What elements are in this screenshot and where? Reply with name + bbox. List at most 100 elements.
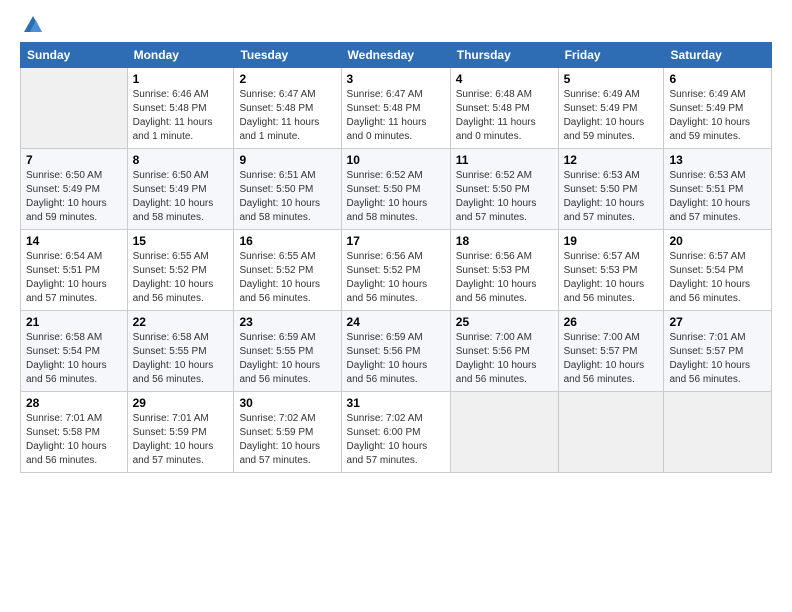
- day-number: 17: [347, 234, 445, 248]
- day-number: 7: [26, 153, 122, 167]
- col-header-friday: Friday: [558, 43, 664, 68]
- day-info: Sunrise: 7:01 AM Sunset: 5:58 PM Dayligh…: [26, 412, 122, 468]
- day-info: Sunrise: 6:58 AM Sunset: 5:54 PM Dayligh…: [26, 331, 122, 387]
- day-cell: [664, 392, 772, 473]
- day-cell: 8Sunrise: 6:50 AM Sunset: 5:49 PM Daylig…: [127, 149, 234, 230]
- day-number: 22: [133, 315, 229, 329]
- day-number: 30: [239, 396, 335, 410]
- col-header-sunday: Sunday: [21, 43, 128, 68]
- day-info: Sunrise: 6:49 AM Sunset: 5:49 PM Dayligh…: [564, 88, 659, 144]
- day-cell: 26 Sunrise: 7:00 AM Sunset: 5:57 PM Dayli…: [558, 311, 664, 392]
- day-number: 25: [456, 315, 553, 329]
- day-info: Sunrise: 6:54 AM Sunset: 5:51 PM Dayligh…: [26, 250, 122, 306]
- day-info: Sunrise: 7:00 AM Sunset: 5:56 PM Dayligh…: [456, 331, 553, 387]
- day-number: 19: [564, 234, 659, 248]
- day-cell: 15Sunrise: 6:55 AM Sunset: 5:52 PM Dayli…: [127, 230, 234, 311]
- logo: [20, 18, 44, 32]
- day-number: 24: [347, 315, 445, 329]
- col-header-tuesday: Tuesday: [234, 43, 341, 68]
- col-header-monday: Monday: [127, 43, 234, 68]
- day-number: 13: [669, 153, 766, 167]
- day-info: Sunrise: 6:59 AM Sunset: 5:56 PM Dayligh…: [347, 331, 445, 387]
- day-number: 10: [347, 153, 445, 167]
- day-cell: 21 Sunrise: 6:58 AM Sunset: 5:54 PM Dayli…: [21, 311, 128, 392]
- day-info: Sunrise: 7:01 AM Sunset: 5:57 PM Dayligh…: [669, 331, 766, 387]
- day-info: Sunrise: 6:47 AM Sunset: 5:48 PM Dayligh…: [347, 88, 445, 144]
- day-cell: 6 Sunrise: 6:49 AM Sunset: 5:49 PM Daylig…: [664, 68, 772, 149]
- day-cell: 17 Sunrise: 6:56 AM Sunset: 5:52 PM Dayli…: [341, 230, 450, 311]
- day-number: 14: [26, 234, 122, 248]
- day-cell: 10 Sunrise: 6:52 AM Sunset: 5:50 PM Dayli…: [341, 149, 450, 230]
- day-cell: [450, 392, 558, 473]
- day-info: Sunrise: 6:48 AM Sunset: 5:48 PM Dayligh…: [456, 88, 553, 144]
- day-info: Sunrise: 6:53 AM Sunset: 5:51 PM Dayligh…: [669, 169, 766, 225]
- day-number: 5: [564, 72, 659, 86]
- week-row-5: 28 Sunrise: 7:01 AM Sunset: 5:58 PM Dayli…: [21, 392, 772, 473]
- day-number: 1: [133, 72, 229, 86]
- day-cell: 11 Sunrise: 6:52 AM Sunset: 5:50 PM Dayli…: [450, 149, 558, 230]
- day-number: 18: [456, 234, 553, 248]
- col-header-saturday: Saturday: [664, 43, 772, 68]
- day-info: Sunrise: 6:57 AM Sunset: 5:53 PM Dayligh…: [564, 250, 659, 306]
- day-info: Sunrise: 6:56 AM Sunset: 5:53 PM Dayligh…: [456, 250, 553, 306]
- day-number: 20: [669, 234, 766, 248]
- day-cell: 2 Sunrise: 6:47 AM Sunset: 5:48 PM Daylig…: [234, 68, 341, 149]
- day-info: Sunrise: 6:47 AM Sunset: 5:48 PM Dayligh…: [239, 88, 335, 144]
- day-cell: 23Sunrise: 6:59 AM Sunset: 5:55 PM Dayli…: [234, 311, 341, 392]
- day-number: 8: [133, 153, 229, 167]
- day-cell: 5 Sunrise: 6:49 AM Sunset: 5:49 PM Daylig…: [558, 68, 664, 149]
- day-cell: 12 Sunrise: 6:53 AM Sunset: 5:50 PM Dayli…: [558, 149, 664, 230]
- calendar-table: SundayMondayTuesdayWednesdayThursdayFrid…: [20, 42, 772, 473]
- day-cell: 9Sunrise: 6:51 AM Sunset: 5:50 PM Daylig…: [234, 149, 341, 230]
- day-number: 31: [347, 396, 445, 410]
- week-row-1: 1 Sunrise: 6:46 AM Sunset: 5:48 PM Daylig…: [21, 68, 772, 149]
- day-cell: 27 Sunrise: 7:01 AM Sunset: 5:57 PM Dayli…: [664, 311, 772, 392]
- day-cell: 29Sunrise: 7:01 AM Sunset: 5:59 PM Dayli…: [127, 392, 234, 473]
- day-info: Sunrise: 6:50 AM Sunset: 5:49 PM Dayligh…: [26, 169, 122, 225]
- week-row-2: 7 Sunrise: 6:50 AM Sunset: 5:49 PM Daylig…: [21, 149, 772, 230]
- day-info: Sunrise: 6:56 AM Sunset: 5:52 PM Dayligh…: [347, 250, 445, 306]
- day-cell: 22 Sunrise: 6:58 AM Sunset: 5:55 PM Dayli…: [127, 311, 234, 392]
- logo-icon: [22, 14, 44, 36]
- day-number: 27: [669, 315, 766, 329]
- day-number: 29: [133, 396, 229, 410]
- day-info: Sunrise: 6:52 AM Sunset: 5:50 PM Dayligh…: [347, 169, 445, 225]
- day-number: 6: [669, 72, 766, 86]
- day-info: Sunrise: 6:59 AM Sunset: 5:55 PM Dayligh…: [239, 331, 335, 387]
- day-cell: 25 Sunrise: 7:00 AM Sunset: 5:56 PM Dayli…: [450, 311, 558, 392]
- day-info: Sunrise: 6:46 AM Sunset: 5:48 PM Dayligh…: [133, 88, 229, 144]
- day-info: Sunrise: 6:49 AM Sunset: 5:49 PM Dayligh…: [669, 88, 766, 144]
- day-cell: 18 Sunrise: 6:56 AM Sunset: 5:53 PM Dayli…: [450, 230, 558, 311]
- day-number: 4: [456, 72, 553, 86]
- day-info: Sunrise: 7:00 AM Sunset: 5:57 PM Dayligh…: [564, 331, 659, 387]
- day-cell: 13 Sunrise: 6:53 AM Sunset: 5:51 PM Dayli…: [664, 149, 772, 230]
- day-info: Sunrise: 6:57 AM Sunset: 5:54 PM Dayligh…: [669, 250, 766, 306]
- day-cell: 7 Sunrise: 6:50 AM Sunset: 5:49 PM Daylig…: [21, 149, 128, 230]
- col-header-wednesday: Wednesday: [341, 43, 450, 68]
- day-cell: [21, 68, 128, 149]
- day-number: 16: [239, 234, 335, 248]
- day-cell: 24 Sunrise: 6:59 AM Sunset: 5:56 PM Dayli…: [341, 311, 450, 392]
- page-header: [20, 18, 772, 32]
- day-number: 26: [564, 315, 659, 329]
- day-number: 21: [26, 315, 122, 329]
- col-header-thursday: Thursday: [450, 43, 558, 68]
- day-info: Sunrise: 7:02 AM Sunset: 5:59 PM Dayligh…: [239, 412, 335, 468]
- day-cell: 31Sunrise: 7:02 AM Sunset: 6:00 PM Dayli…: [341, 392, 450, 473]
- day-cell: [558, 392, 664, 473]
- day-cell: 28 Sunrise: 7:01 AM Sunset: 5:58 PM Dayli…: [21, 392, 128, 473]
- day-info: Sunrise: 6:55 AM Sunset: 5:52 PM Dayligh…: [133, 250, 229, 306]
- week-row-3: 14 Sunrise: 6:54 AM Sunset: 5:51 PM Dayli…: [21, 230, 772, 311]
- day-cell: 3Sunrise: 6:47 AM Sunset: 5:48 PM Daylig…: [341, 68, 450, 149]
- day-info: Sunrise: 6:51 AM Sunset: 5:50 PM Dayligh…: [239, 169, 335, 225]
- day-info: Sunrise: 6:55 AM Sunset: 5:52 PM Dayligh…: [239, 250, 335, 306]
- day-info: Sunrise: 6:58 AM Sunset: 5:55 PM Dayligh…: [133, 331, 229, 387]
- day-number: 11: [456, 153, 553, 167]
- day-info: Sunrise: 6:53 AM Sunset: 5:50 PM Dayligh…: [564, 169, 659, 225]
- day-number: 12: [564, 153, 659, 167]
- day-info: Sunrise: 6:52 AM Sunset: 5:50 PM Dayligh…: [456, 169, 553, 225]
- day-number: 28: [26, 396, 122, 410]
- week-row-4: 21 Sunrise: 6:58 AM Sunset: 5:54 PM Dayli…: [21, 311, 772, 392]
- day-cell: 20 Sunrise: 6:57 AM Sunset: 5:54 PM Dayli…: [664, 230, 772, 311]
- day-number: 2: [239, 72, 335, 86]
